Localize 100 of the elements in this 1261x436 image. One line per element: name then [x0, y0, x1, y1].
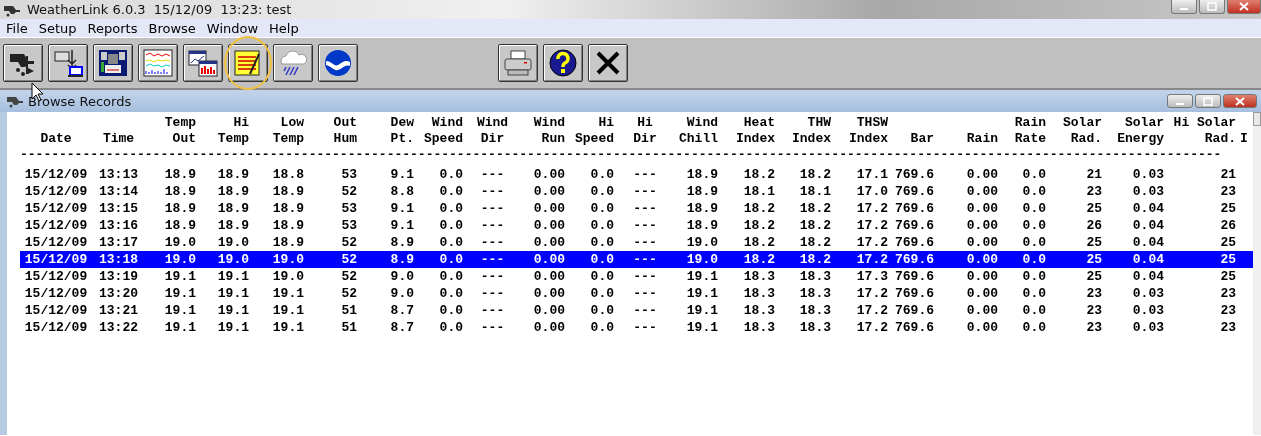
menu-item[interactable]: Browse	[144, 20, 203, 36]
table-cell-text: 0.00	[532, 183, 565, 200]
close-button[interactable]	[1227, 0, 1261, 14]
column-header: Solar	[1062, 115, 1102, 131]
table-cell-text: 53	[340, 166, 357, 183]
table-cell-text: 0.00	[532, 268, 565, 285]
table-cell-text: 0.0	[438, 183, 463, 200]
table-cell-text: 17.0	[855, 183, 888, 200]
table-cell-text: 769.6	[894, 302, 934, 319]
table-cell-text: 25	[1219, 251, 1237, 268]
table-cell-text: 19.1	[163, 285, 196, 302]
table-cell-text: 0.00	[532, 234, 565, 251]
table-cell-text: 19.1	[216, 302, 249, 319]
column-header: Date	[39, 131, 73, 147]
toolbar-button[interactable]	[48, 44, 88, 82]
toolbar-button[interactable]	[3, 44, 43, 82]
table-cell-text: 52	[340, 285, 357, 302]
table-cell-text: 17.1	[855, 166, 888, 183]
table-cell-text: 0.0	[438, 200, 463, 217]
table-cell-text: 18.2	[742, 200, 775, 217]
table-cell-text: 15/12/09	[23, 183, 89, 200]
toolbar-button[interactable]	[138, 44, 178, 82]
menu-item[interactable]: Window	[202, 20, 266, 36]
table-cell-text: 23	[1219, 302, 1237, 319]
table-cell-text: 0.0	[1021, 285, 1046, 302]
table-cell-text: 0.0	[438, 251, 463, 268]
table-cell-text: 13:15	[98, 200, 139, 217]
column-header: Out	[332, 115, 357, 131]
toolbar-button[interactable]	[183, 44, 223, 82]
table-cell-text: 17.2	[855, 217, 888, 234]
table-cell-text: 26	[1219, 217, 1237, 234]
table-cell-text: 0.00	[532, 302, 565, 319]
menu-item[interactable]: Setup	[34, 20, 84, 36]
minimize-button[interactable]	[1167, 94, 1193, 108]
table-cell-text: 18.9	[271, 200, 304, 217]
column-header: Dir	[632, 131, 658, 147]
table-cell-text: 53	[340, 217, 357, 234]
toolbar-button[interactable]	[228, 44, 268, 82]
menu-item[interactable]: Reports	[83, 20, 145, 36]
close-icon	[1235, 96, 1245, 106]
table-cell-text: 19.0	[685, 251, 718, 268]
close-button[interactable]	[1223, 94, 1257, 108]
column-header: Hi	[636, 115, 654, 131]
column-header: Chill	[678, 131, 718, 147]
table-cell-text: 13:21	[98, 302, 139, 319]
table-cell-text: 25	[1085, 251, 1102, 268]
toolbar-button[interactable]	[93, 44, 133, 82]
toolbar-button[interactable]	[273, 44, 313, 82]
column-header: Rad.	[1069, 131, 1102, 147]
toolbar-button[interactable]	[498, 44, 538, 82]
table-cell-text: 23	[1219, 285, 1237, 302]
toolbar-button[interactable]	[543, 44, 583, 82]
maximize-button[interactable]	[1199, 0, 1225, 14]
table-cell-text: 23	[1085, 183, 1102, 200]
table-cell-text: ---	[479, 302, 506, 319]
table-cell-text: ---	[632, 268, 658, 285]
table-cell-text: 9.1	[389, 217, 414, 234]
table-cell-text: 19.1	[216, 319, 249, 336]
table-cell-text: 0.04	[1131, 200, 1164, 217]
column-header: Index	[791, 131, 831, 147]
selected-row[interactable]: 15/12/09 13:18 19.0 19.0 19.0 52 8.9 0.0 --- 0.00 0.0 --- 19.0 18.2 18.2 17.2 769.6 0.00 0.0 25 0.04 25	[20, 251, 1253, 268]
table-cell-text: 25	[1219, 200, 1237, 217]
column-header: Index	[848, 131, 888, 147]
column-header: Wind	[532, 115, 565, 131]
separator-line: ----------------------------------------------------------------------------------------------------------------------------------------------------------	[20, 147, 1223, 163]
toolbar-button[interactable]	[318, 44, 358, 82]
column-header: THW	[806, 115, 831, 131]
column-header: Wind	[475, 115, 510, 131]
table-cell-text: 0.0	[589, 285, 614, 302]
table-cell-text: 51	[340, 319, 357, 336]
table-cell-text: 18.9	[216, 166, 249, 183]
column-header: Heat	[742, 115, 775, 131]
table-cell-text: ---	[632, 234, 658, 251]
table-cell-text: 25	[1219, 268, 1237, 285]
table-cell-text: 18.3	[798, 302, 831, 319]
table-cell-text: 0.00	[532, 200, 565, 217]
table-cell-text: ---	[479, 268, 506, 285]
table-cell-text: 23	[1219, 319, 1237, 336]
toolbar-button[interactable]	[588, 44, 628, 82]
table-cell-text: ---	[632, 166, 658, 183]
table-cell-text: ---	[479, 234, 506, 251]
column-header: Dew	[389, 115, 414, 131]
window-title: Browse Records	[28, 93, 133, 109]
menu-item[interactable]: File	[2, 20, 35, 36]
table-cell-text: 18.2	[742, 166, 775, 183]
menu-item[interactable]: Help	[265, 20, 306, 36]
table-cell-text: 0.00	[965, 302, 998, 319]
table-cell-text: 0.04	[1131, 251, 1164, 268]
table-cell-text: 51	[340, 302, 357, 319]
column-header: Pt.	[389, 131, 414, 147]
minimize-button[interactable]	[1171, 0, 1197, 14]
table-cell-text: 769.6	[894, 285, 934, 302]
table-cell-text: 13:19	[98, 268, 139, 285]
minimize-icon	[1176, 102, 1184, 105]
table-cell-text: 0.00	[532, 319, 565, 336]
table-cell-text: 19.1	[163, 319, 196, 336]
table-cell-text: 18.9	[216, 200, 249, 217]
table-cell-text: 769.6	[894, 166, 934, 183]
table-cell-text: 769.6	[894, 319, 934, 336]
maximize-button[interactable]	[1195, 94, 1221, 108]
